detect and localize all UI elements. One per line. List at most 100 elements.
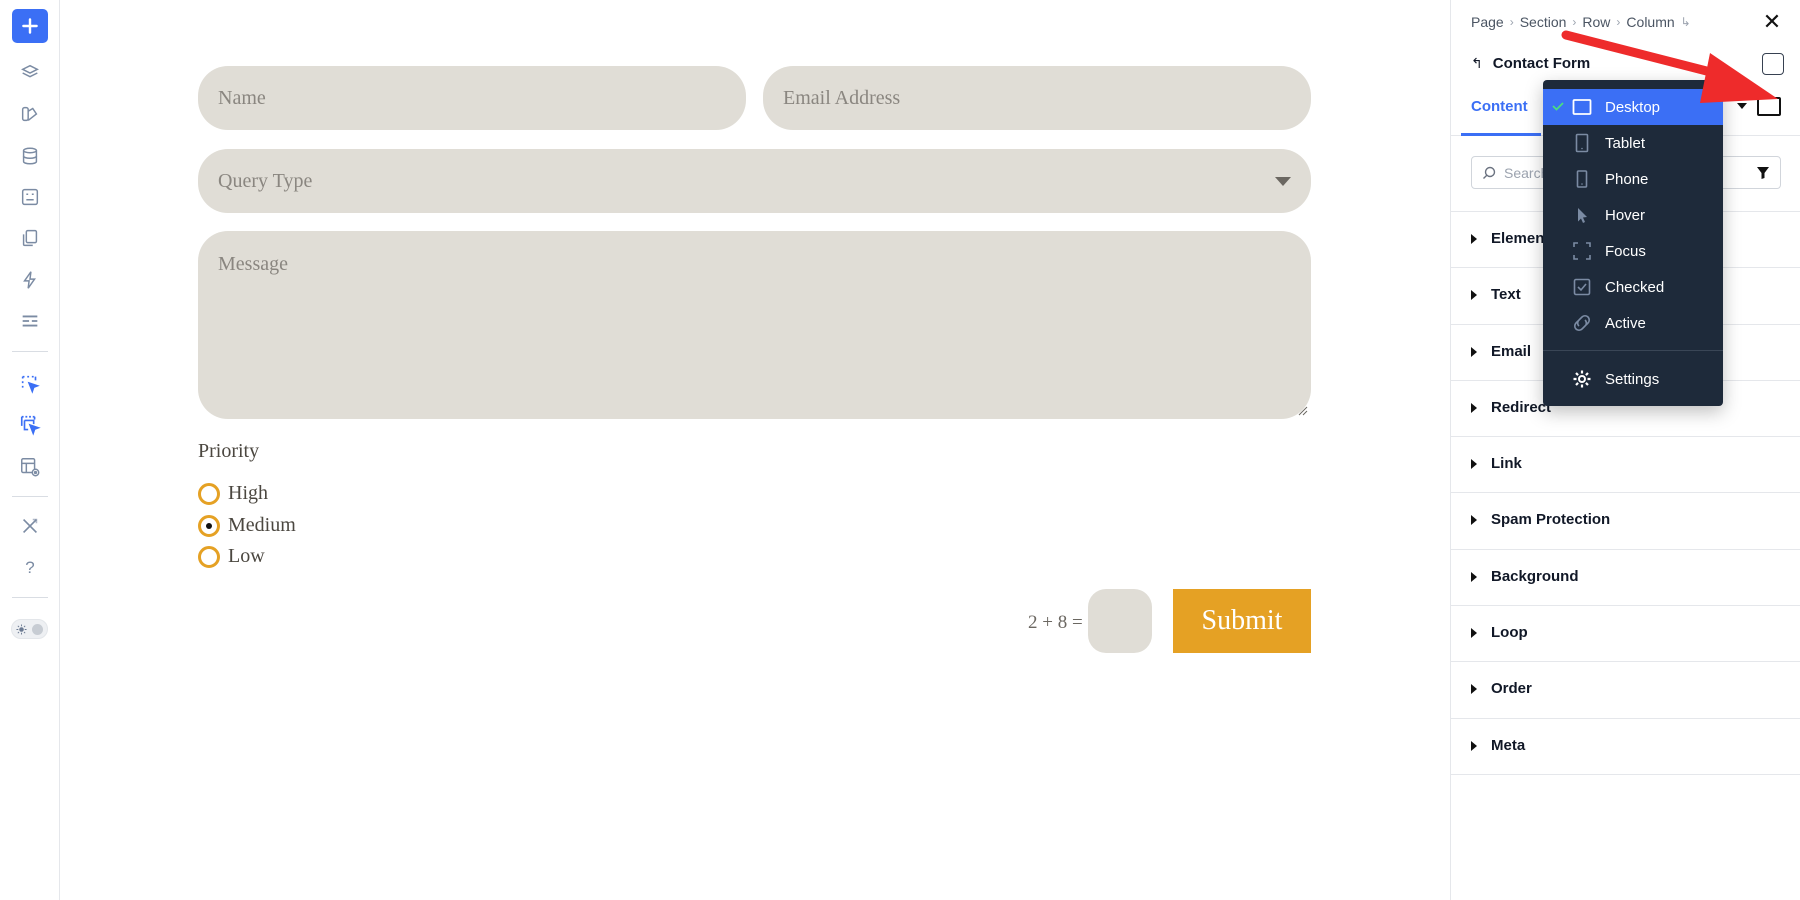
tab-content[interactable]: Content bbox=[1471, 98, 1528, 115]
query-type-select[interactable]: Query Type bbox=[198, 149, 1311, 213]
checkbox-icon bbox=[1573, 278, 1591, 296]
toolbar-divider bbox=[12, 597, 48, 598]
caret-right-icon bbox=[1471, 684, 1477, 695]
group-label: Background bbox=[1491, 567, 1579, 585]
layers-icon bbox=[21, 64, 39, 78]
template-preview-button[interactable] bbox=[12, 449, 48, 485]
template-preview-icon bbox=[21, 458, 40, 477]
caret-right-icon bbox=[1471, 290, 1477, 301]
radio-label: Low bbox=[228, 545, 265, 567]
name-placeholder: Name bbox=[218, 87, 266, 109]
group-label: Text bbox=[1491, 286, 1521, 304]
radio-label: High bbox=[228, 482, 268, 504]
toolbar-divider bbox=[12, 351, 48, 352]
form-icon bbox=[21, 188, 39, 206]
query-type-placeholder: Query Type bbox=[218, 170, 313, 192]
theme-toggle[interactable] bbox=[11, 619, 48, 639]
layers-button[interactable] bbox=[12, 55, 48, 91]
group-loop[interactable]: Loop bbox=[1451, 606, 1800, 663]
chevron-down-icon bbox=[1275, 177, 1291, 186]
group-order[interactable]: Order bbox=[1451, 662, 1800, 719]
search-icon bbox=[1483, 166, 1496, 179]
menu-item-label: Checked bbox=[1605, 279, 1665, 296]
theme-icon bbox=[21, 106, 38, 122]
radio-button[interactable] bbox=[198, 482, 220, 505]
radio-button[interactable] bbox=[198, 545, 220, 568]
menu-item-hover[interactable]: Hover bbox=[1543, 197, 1723, 233]
group-label: Meta bbox=[1491, 736, 1526, 754]
back-arrow-icon[interactable]: ↰ bbox=[1471, 55, 1483, 72]
cursor-multi-icon bbox=[20, 415, 41, 436]
menu-item-tablet[interactable]: Tablet bbox=[1543, 125, 1723, 161]
captcha-input[interactable] bbox=[1088, 589, 1152, 653]
menu-item-label: Phone bbox=[1605, 171, 1649, 188]
caret-right-icon bbox=[1471, 346, 1477, 357]
database-button[interactable] bbox=[12, 138, 48, 174]
menu-divider bbox=[1543, 350, 1723, 351]
radio-medium[interactable]: Medium bbox=[198, 514, 296, 537]
menu-item-checked[interactable]: Checked bbox=[1543, 269, 1723, 305]
caret-right-icon bbox=[1471, 402, 1477, 413]
resize-handle-icon[interactable] bbox=[1296, 404, 1308, 416]
tools-button[interactable] bbox=[12, 508, 48, 544]
pages-button[interactable] bbox=[12, 220, 48, 256]
radio-label: Medium bbox=[228, 514, 296, 536]
breadcrumb-page[interactable]: Page bbox=[1471, 14, 1504, 30]
device-state-dropdown: Desktop Tablet Phone Hover Focus Checked… bbox=[1543, 80, 1723, 406]
caret-right-icon bbox=[1471, 628, 1477, 639]
active-icon bbox=[1573, 314, 1591, 332]
database-icon bbox=[22, 147, 38, 165]
menu-item-phone[interactable]: Phone bbox=[1543, 161, 1723, 197]
lightning-icon bbox=[23, 271, 36, 289]
menu-item-focus[interactable]: Focus bbox=[1543, 233, 1723, 269]
search-placeholder: Search bbox=[1504, 165, 1549, 181]
tablet-icon bbox=[1575, 133, 1589, 153]
help-icon[interactable]: ? bbox=[12, 550, 48, 586]
caret-right-icon bbox=[1471, 515, 1477, 526]
menu-item-label: Focus bbox=[1605, 243, 1646, 260]
gear-icon bbox=[1573, 370, 1591, 388]
annotation-arrow bbox=[1561, 30, 1778, 103]
tools-icon bbox=[22, 518, 38, 534]
toolbar-divider bbox=[12, 496, 48, 497]
group-meta[interactable]: Meta bbox=[1451, 719, 1800, 775]
caret-right-icon bbox=[1471, 740, 1477, 751]
cursor-select-icon bbox=[21, 375, 40, 394]
theme-button[interactable] bbox=[12, 96, 48, 132]
focus-icon bbox=[1573, 242, 1591, 260]
group-label: Loop bbox=[1491, 624, 1528, 642]
select-button[interactable] bbox=[12, 366, 48, 402]
plus-icon bbox=[22, 18, 38, 34]
caret-right-icon bbox=[1471, 234, 1477, 244]
group-label: Order bbox=[1491, 680, 1532, 698]
group-label: Email bbox=[1491, 342, 1532, 360]
radio-high[interactable]: High bbox=[198, 482, 268, 505]
menu-item-label: Tablet bbox=[1605, 135, 1646, 152]
multi-select-button[interactable] bbox=[12, 407, 48, 443]
captcha-question: 2 + 8 = bbox=[1028, 612, 1083, 633]
submit-button[interactable]: Submit bbox=[1173, 589, 1311, 653]
tab-active-indicator bbox=[1461, 133, 1541, 136]
menu-item-label: Active bbox=[1605, 315, 1646, 332]
filter-icon[interactable] bbox=[1756, 166, 1770, 180]
menu-item-label: Settings bbox=[1605, 371, 1660, 388]
group-link[interactable]: Link bbox=[1451, 437, 1800, 494]
menu-item-active[interactable]: Active bbox=[1543, 305, 1723, 341]
radio-low[interactable]: Low bbox=[198, 545, 265, 568]
name-field[interactable]: Name bbox=[198, 66, 746, 130]
caret-right-icon bbox=[1471, 571, 1477, 582]
form-button[interactable] bbox=[12, 179, 48, 215]
left-toolbar: ? bbox=[0, 0, 60, 900]
group-spam-protection[interactable]: Spam Protection bbox=[1451, 493, 1800, 550]
message-field[interactable]: Message bbox=[198, 231, 1311, 419]
group-background[interactable]: Background bbox=[1451, 550, 1800, 607]
menu-item-settings[interactable]: Settings bbox=[1543, 361, 1723, 397]
pages-icon bbox=[22, 229, 38, 247]
dynamic-button[interactable] bbox=[12, 262, 48, 298]
email-field[interactable]: Email Address bbox=[763, 66, 1311, 130]
priority-label: Priority bbox=[198, 440, 260, 462]
layout-button[interactable] bbox=[12, 303, 48, 339]
radio-button-selected[interactable] bbox=[198, 514, 220, 537]
add-button[interactable] bbox=[12, 9, 48, 43]
toggle-knob bbox=[32, 624, 43, 635]
